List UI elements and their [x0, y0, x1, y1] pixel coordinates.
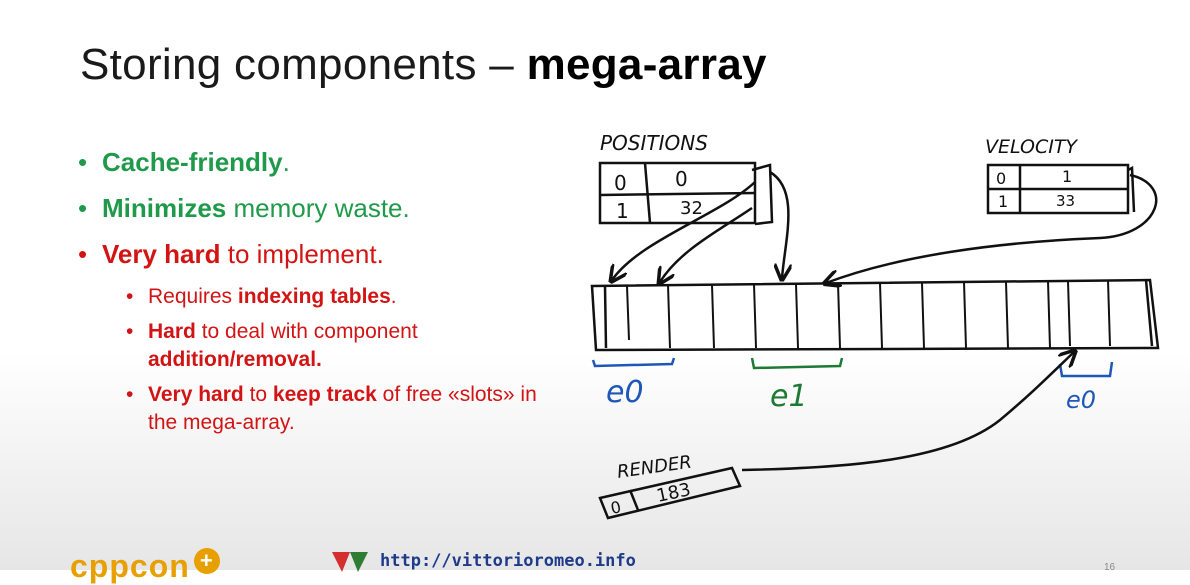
page-number: 16: [1104, 562, 1116, 573]
velocity-label: VELOCITY: [985, 136, 1078, 158]
footer-url[interactable]: http://vittorioromeo.info: [380, 551, 636, 571]
mega-array-dividers: [626, 279, 1111, 349]
velocity-cell: 1: [998, 192, 1008, 211]
vr-logo-icon: [332, 552, 368, 572]
e0-label: e0: [606, 375, 644, 410]
positions-cell: 0: [675, 167, 688, 191]
logo-text: cppcon: [70, 548, 190, 584]
e0-label-2: e0: [1066, 386, 1096, 414]
positions-cell: 1: [616, 199, 629, 223]
render-cell: 0: [609, 497, 623, 518]
velocity-cell: 0: [996, 169, 1006, 188]
positions-cell: 32: [680, 198, 703, 219]
cppcon-logo: cppcon +: [70, 548, 220, 585]
positions-cell: 0: [614, 171, 627, 195]
e0-brace-2: [1058, 361, 1114, 378]
mega-array: [590, 278, 1160, 352]
velocity-arrows: [826, 173, 1158, 283]
e1-brace: [750, 357, 844, 370]
e1-label: e1: [770, 379, 808, 414]
e0-brace: [591, 357, 676, 368]
positions-label: POSITIONS: [600, 131, 708, 155]
mega-array-sketch: POSITIONS 0 0 1 32 VELOCITY 0 1 1 33 e0 …: [590, 131, 1160, 520]
velocity-cell: 1: [1062, 167, 1072, 186]
velocity-cell: 33: [1056, 192, 1075, 210]
positions-arrows: [612, 170, 788, 282]
logo-plus: +: [193, 548, 220, 574]
